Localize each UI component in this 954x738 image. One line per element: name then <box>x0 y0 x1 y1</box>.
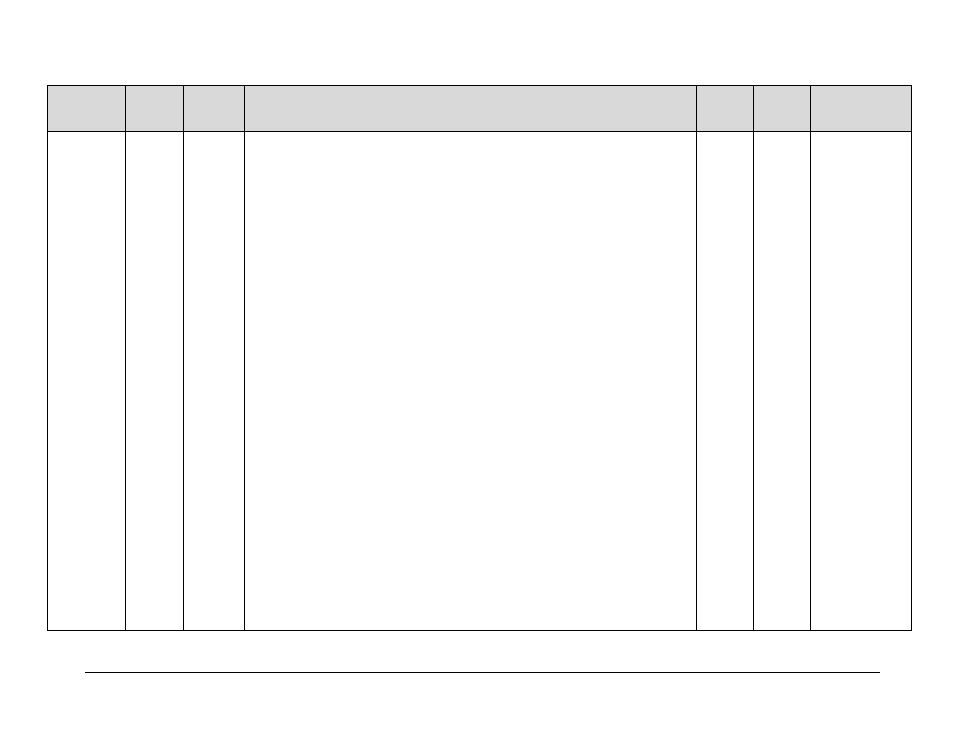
table-header-cell <box>754 86 811 132</box>
table-header-cell <box>697 86 754 132</box>
table-cell <box>754 132 811 631</box>
horizontal-rule <box>85 672 880 673</box>
table-row <box>48 132 912 631</box>
table-header-cell <box>48 86 126 132</box>
table-header-cell <box>245 86 697 132</box>
table-cell <box>126 132 184 631</box>
table-header-cell <box>811 86 912 132</box>
table-cell <box>184 132 245 631</box>
table-header-cell <box>126 86 184 132</box>
table-header-cell <box>184 86 245 132</box>
table-cell <box>811 132 912 631</box>
document-page <box>0 0 954 738</box>
document-table <box>47 85 912 631</box>
table-cell <box>48 132 126 631</box>
table-header-row <box>48 86 912 132</box>
table-cell <box>245 132 697 631</box>
table-cell <box>697 132 754 631</box>
